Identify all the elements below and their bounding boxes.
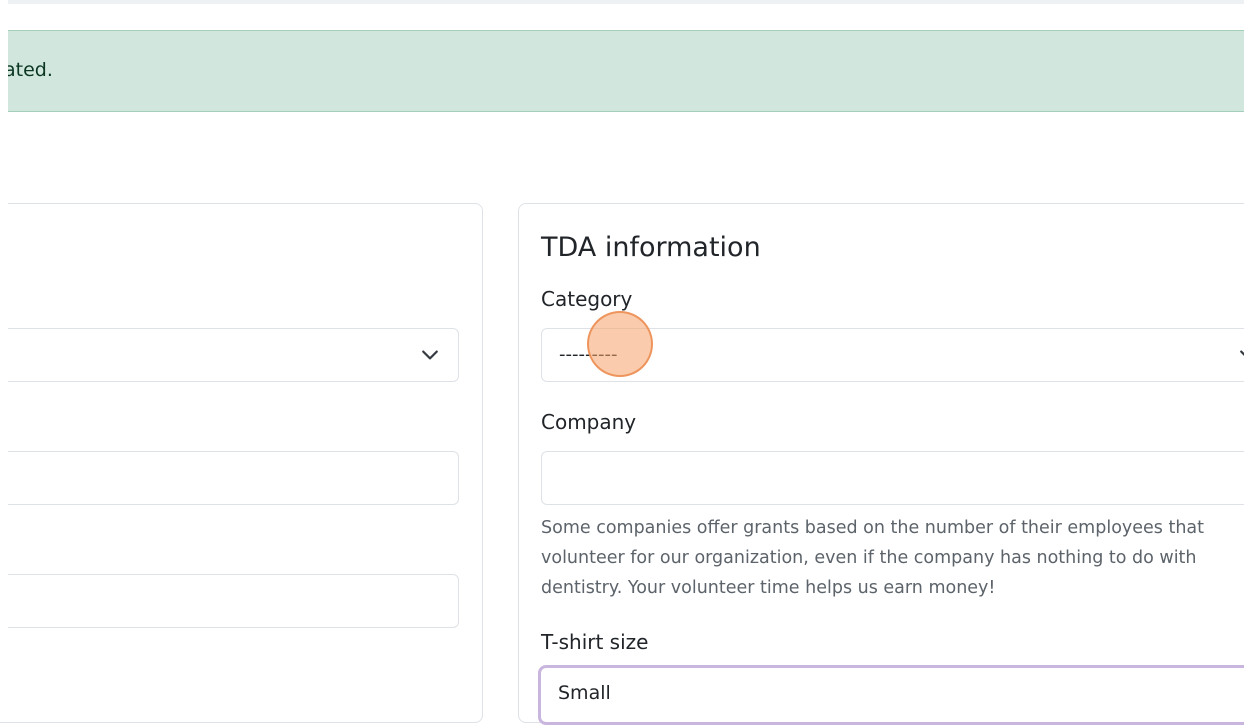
click-highlight [587,311,653,377]
tshirt-size-label: T-shirt size [541,630,649,654]
chevron-down-icon [1239,346,1244,364]
left-text-input-1[interactable] [0,451,459,505]
alert-message: ated. [4,59,53,81]
tshirt-selected-value: Small [558,682,611,704]
left-text-input-2[interactable] [0,574,459,628]
success-alert: ated. [0,30,1244,112]
chevron-down-icon [421,346,439,364]
tshirt-size-select[interactable]: Small [538,665,1244,725]
company-help-text: Some companies offer grants based on the… [541,518,1205,598]
company-label: Company [541,410,637,434]
company-input[interactable] [541,451,1244,505]
top-strip [0,0,1244,4]
left-gutter [0,0,8,693]
card-title: TDA information [541,232,761,263]
category-label: Category [541,287,633,311]
left-select-field[interactable] [0,328,459,382]
